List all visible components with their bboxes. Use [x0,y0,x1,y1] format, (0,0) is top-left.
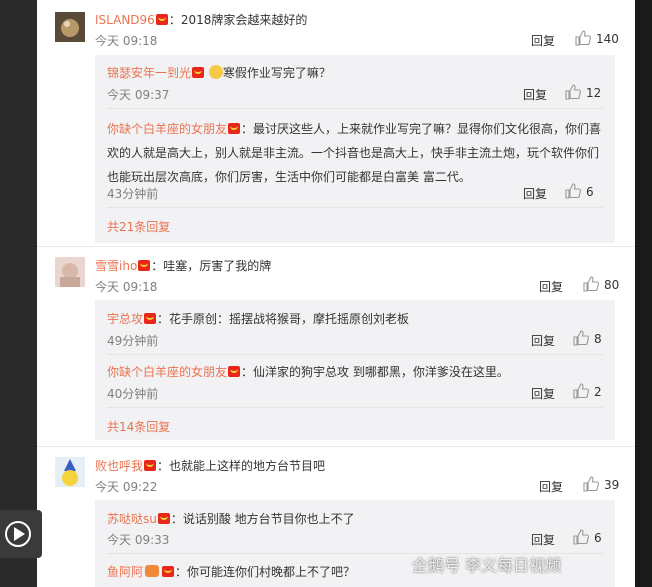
vip-badge-icon [228,123,241,134]
thumbs-up-icon [565,84,581,100]
reply-time: 43分钟前 [107,187,159,201]
like-button[interactable]: 6 [565,183,594,199]
reply-button[interactable]: 回复 [523,185,547,202]
reply-time: 今天 09:37 [107,88,170,102]
vip-badge-icon [138,260,151,271]
reply-text: ：仙洋家的狗宇总攻 到哪都黑，你洋爹没在这里。 [241,365,509,379]
thumbs-up-icon [573,383,589,399]
reply-button[interactable]: 回复 [539,478,563,495]
divider [107,407,603,408]
thumbs-up-icon [583,476,599,492]
thumbs-up-icon [573,529,589,545]
reply-time: 40分钟前 [107,387,159,401]
thumbs-up-icon [565,183,581,199]
username[interactable]: 败也呼我 [95,459,143,473]
like-button[interactable]: 2 [573,383,602,399]
reply-time: 今天 09:33 [107,533,170,547]
avatar[interactable] [55,257,85,287]
thumbs-up-icon [573,330,589,346]
reply-button[interactable]: 回复 [531,531,555,548]
like-count: 39 [604,478,620,492]
play-icon [5,521,31,547]
like-button[interactable]: 39 [583,476,619,492]
reply-text: ：你可能连你们村晚都上不了吧？ [175,565,356,579]
username[interactable]: 鱼阿阿 [107,565,143,579]
vip-badge-icon [144,313,157,324]
like-button[interactable]: 140 [575,30,619,46]
reply-time: 49分钟前 [107,334,159,348]
reply-button[interactable]: 回复 [523,86,547,103]
like-button[interactable]: 12 [565,84,601,100]
username[interactable]: 苏哒哒su [107,512,157,526]
username[interactable]: ISLAND96 [95,13,155,27]
vip-badge-icon [144,460,157,471]
comment-text: ：哇塞，厉害了我的牌 [151,259,272,273]
avatar[interactable] [55,457,85,487]
like-count: 80 [604,278,620,292]
scrollbar[interactable] [635,0,652,587]
reply-list: 锦瑟安年一到光 寒假作业写完了嘛？ 今天 09:37 回复 12 你缺个白羊座的… [95,55,615,243]
like-button[interactable]: 6 [573,529,602,545]
like-button[interactable]: 8 [573,330,602,346]
comment-time: 今天 09:18 [95,34,158,48]
like-count: 140 [596,32,619,46]
emoji-icon [145,565,160,577]
like-button[interactable]: 80 [583,276,619,292]
more-replies-link[interactable]: 共14条回复 [107,418,170,435]
divider [37,246,635,247]
reply-text: ：说话别酸 地方台节目你也上不了 [170,512,355,526]
reply-button[interactable]: 回复 [531,332,555,349]
play-button[interactable] [0,510,42,558]
username[interactable]: 雪雪iho [95,259,137,273]
vip-badge-icon [155,14,168,25]
vip-badge-icon [228,366,241,377]
vip-badge-icon [162,566,175,577]
comment-text: ：2018牌家会越来越好的 [168,13,308,27]
vip-badge-icon [192,67,205,78]
thumbs-up-icon [583,276,599,292]
reply-button[interactable]: 回复 [531,385,555,402]
reply-button[interactable]: 回复 [531,32,555,49]
avatar[interactable] [55,12,85,42]
comment-time: 今天 09:18 [95,280,158,294]
like-count: 6 [586,185,594,199]
divider [107,354,603,355]
username[interactable]: 宇总攻 [107,312,143,326]
emoji-icon [208,65,223,79]
reply-list: 宇总攻 ：花手原创：摇摆战将猴哥，摩托摇原创刘老板 49分钟前 回复 8 你缺个白… [95,300,615,440]
reply-text: 寒假作业写完了嘛？ [222,66,331,80]
divider [37,446,635,447]
divider [107,207,603,208]
thumbs-up-icon [575,30,591,46]
like-count: 12 [586,86,602,100]
reply-button[interactable]: 回复 [539,278,563,295]
watermark: 企鹅号 李义每日视频 [412,556,562,575]
username[interactable]: 锦瑟安年一到光 [107,66,191,80]
comment-panel: ISLAND96 ：2018牌家会越来越好的 今天 09:18 回复 140 锦瑟… [37,0,635,587]
username[interactable]: 你缺个白羊座的女朋友 [107,365,227,379]
like-count: 6 [594,531,602,545]
more-replies-link[interactable]: 共21条回复 [107,218,170,235]
like-count: 8 [594,332,602,346]
comment-time: 今天 09:22 [95,480,158,494]
username[interactable]: 你缺个白羊座的女朋友 [107,122,227,136]
reply-text: ：花手原创：摇摆战将猴哥，摩托摇原创刘老板 [157,312,410,326]
vip-badge-icon [157,513,170,524]
like-count: 2 [594,385,602,399]
divider [107,108,603,109]
comment-text: ：也就能上这样的地方台节目吧 [157,459,326,473]
